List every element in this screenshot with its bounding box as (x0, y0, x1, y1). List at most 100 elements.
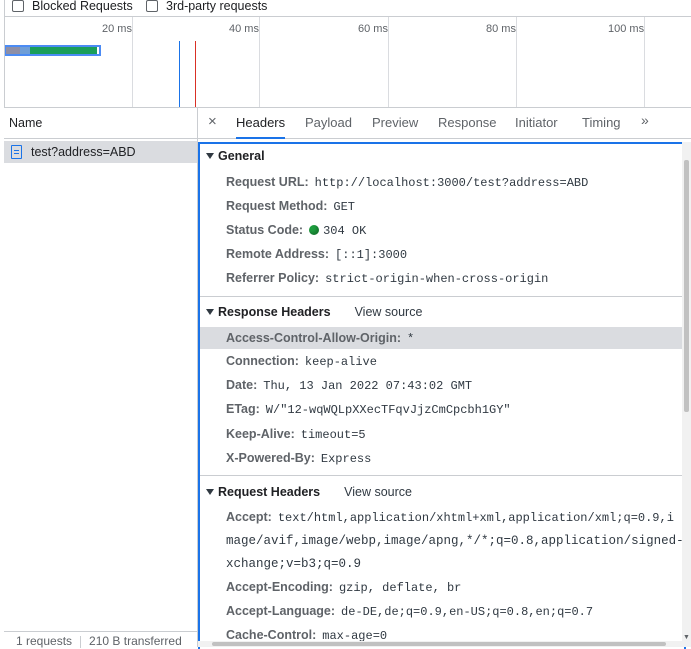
header-key: Request URL: (226, 175, 309, 189)
load-event-marker (195, 41, 196, 107)
timeline-overview[interactable]: 20 ms 40 ms 60 ms 80 ms 100 ms (0, 17, 691, 108)
horizontal-scrollbar-thumb[interactable] (212, 642, 666, 646)
vertical-scrollbar[interactable]: ▼ (682, 142, 691, 647)
tick-line (644, 17, 645, 107)
transferred-size: 210 B transferred (89, 634, 182, 648)
header-value-wrap: mage/avif,image/webp,image/apng,*/*;q=0.… (226, 534, 686, 548)
tab-headers[interactable]: Headers (236, 115, 286, 139)
header-value: gzip, deflate, br (338, 581, 462, 595)
header-row: Accept-Language: de-DE,de;q=0.9,en-US;q=0… (226, 604, 682, 619)
tab-initiator[interactable]: Initiator (515, 115, 558, 137)
request-row[interactable]: test?address=ABD (4, 141, 197, 163)
header-row: Keep-Alive: timeout=5 (226, 427, 682, 442)
header-value: text/html,application/xhtml+xml,applicat… (277, 511, 674, 525)
filter-bar: Blocked Requests 3rd-party requests (0, 0, 691, 17)
tab-preview[interactable]: Preview (372, 115, 418, 137)
expand-triangle-icon (206, 309, 214, 315)
header-value: Express (320, 452, 372, 466)
request-name: test?address=ABD (31, 145, 136, 159)
header-value: keep-alive (304, 355, 377, 369)
scroll-down-arrow-icon[interactable]: ▼ (683, 634, 690, 641)
header-row: Connection: keep-alive (226, 354, 682, 369)
blocked-requests-label: Blocked Requests (32, 0, 133, 13)
third-party-label: 3rd-party requests (166, 0, 268, 13)
waterfall-request-bar (20, 47, 30, 54)
details-tabbar: × Headers Payload Preview Response Initi… (198, 108, 691, 139)
header-key: X-Powered-By: (226, 451, 315, 465)
tick-line (388, 17, 389, 107)
details-pane: × Headers Payload Preview Response Initi… (198, 108, 691, 649)
waterfall-queue-bar (6, 47, 20, 54)
checkbox-box[interactable] (146, 0, 158, 12)
view-source-link[interactable]: View source (344, 485, 412, 499)
request-headers-title: Request Headers (218, 485, 321, 499)
header-key: Cache-Control: (226, 628, 317, 642)
header-row: Request URL: http://localhost:3000/test?a… (226, 175, 682, 190)
tick-line (259, 17, 260, 107)
tick-line (516, 17, 517, 107)
tab-timing[interactable]: Timing (582, 115, 621, 137)
header-value: * (407, 332, 415, 346)
header-key: Status Code: (226, 223, 304, 237)
header-value: strict-origin-when-cross-origin (325, 272, 549, 286)
status-ok-icon (309, 225, 320, 235)
header-key: Referrer Policy: (226, 271, 320, 285)
header-value: [::1]:3000 (335, 248, 408, 262)
header-value: http://localhost:3000/test?address=ABD (314, 176, 589, 190)
scrollbar-thumb[interactable] (684, 160, 689, 412)
header-key: Date: (226, 378, 258, 392)
name-column-header[interactable]: Name (4, 108, 197, 139)
more-tabs-icon[interactable]: » (641, 112, 649, 128)
section-divider (200, 296, 682, 297)
status-divider (80, 635, 82, 648)
header-key: ETag: (226, 402, 260, 416)
header-row-accept: Accept: text/html,application/xhtml+xml,a… (226, 510, 682, 525)
header-row: ETag: W/"12-wqWQLpXXecTFqvJjzCmCpcbh1GY" (226, 402, 682, 417)
tick-label-80ms: 80 ms (486, 23, 516, 35)
header-key: Access-Control-Allow-Origin: (226, 331, 402, 345)
headers-content: General Request URL: http://localhost:300… (198, 142, 686, 649)
response-headers-title: Response Headers (218, 305, 331, 319)
header-key: Accept: (226, 510, 272, 524)
expand-triangle-icon (206, 153, 214, 159)
tab-response[interactable]: Response (438, 115, 497, 137)
header-key: Remote Address: (226, 247, 330, 261)
close-details-icon[interactable]: × (208, 113, 217, 130)
document-icon (11, 145, 22, 159)
header-key: Accept-Language: (226, 604, 336, 618)
header-row: Date: Thu, 13 Jan 2022 07:43:02 GMT (226, 378, 682, 393)
tick-label-20ms: 20 ms (102, 23, 132, 35)
expand-triangle-icon (206, 489, 214, 495)
status-bar: 1 requests 210 B transferred (4, 631, 197, 648)
response-headers-section-header[interactable]: Response Headers View source (200, 301, 682, 323)
section-divider (200, 475, 682, 476)
blocked-requests-checkbox[interactable]: Blocked Requests (12, 0, 133, 13)
header-value: W/"12-wqWQLpXXecTFqvJjzCmCpcbh1GY" (265, 403, 511, 417)
dom-content-loaded-marker (179, 41, 180, 107)
header-value: GET (333, 200, 355, 214)
header-key: Request Method: (226, 199, 328, 213)
header-key: Keep-Alive: (226, 427, 295, 441)
header-value: de-DE,de;q=0.9,en-US;q=0.8,en;q=0.7 (341, 605, 594, 619)
checkbox-box[interactable] (12, 0, 24, 12)
tick-line (132, 17, 133, 107)
header-row: Accept-Encoding: gzip, deflate, br (226, 580, 682, 595)
view-source-link[interactable]: View source (355, 305, 423, 319)
header-row: Status Code: 304 OK (226, 223, 682, 238)
general-section-header[interactable]: General (200, 145, 682, 167)
header-row-selected: Access-Control-Allow-Origin: * (200, 327, 682, 349)
request-headers-section-header[interactable]: Request Headers View source (200, 481, 682, 503)
third-party-checkbox[interactable]: 3rd-party requests (146, 0, 267, 13)
general-title: General (218, 149, 265, 163)
horizontal-scrollbar[interactable] (198, 641, 682, 647)
header-key: Accept-Encoding: (226, 580, 333, 594)
tab-payload[interactable]: Payload (305, 115, 352, 137)
header-row: X-Powered-By: Express (226, 451, 682, 466)
tick-label-60ms: 60 ms (358, 23, 388, 35)
request-count: 1 requests (16, 634, 73, 648)
waterfall-waiting-bar (30, 47, 97, 54)
tick-label-40ms: 40 ms (229, 23, 259, 35)
header-key: Connection: (226, 354, 299, 368)
header-value-wrap: xchange;v=b3;q=0.9 (226, 557, 362, 571)
header-value: Thu, 13 Jan 2022 07:43:02 GMT (263, 379, 473, 393)
